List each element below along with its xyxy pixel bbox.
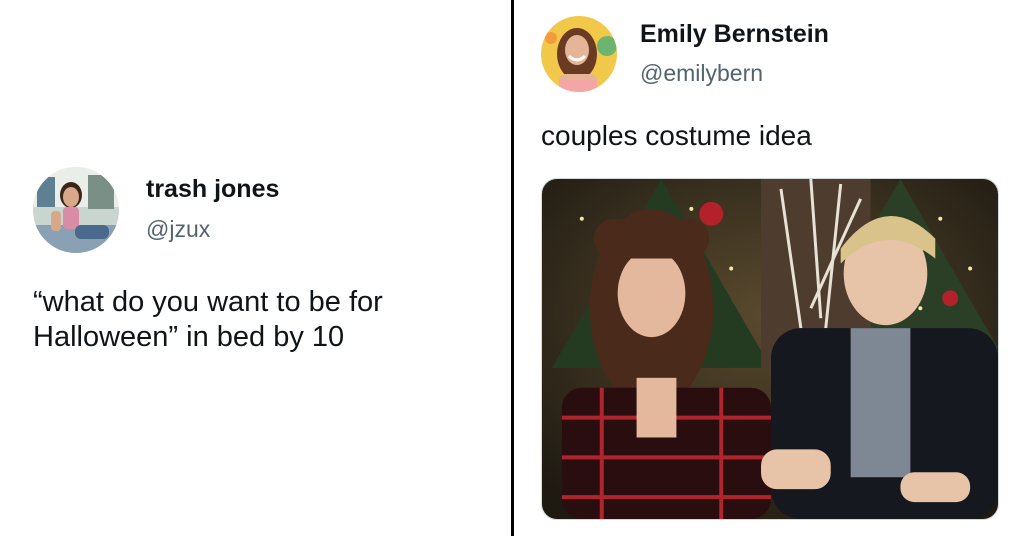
avatar[interactable] <box>541 16 617 92</box>
profile-photo-icon <box>33 167 119 253</box>
tweet-card-left: trash jones @jzux “what do you want to b… <box>0 0 511 536</box>
user-handle[interactable]: @jzux <box>146 216 210 243</box>
avatar[interactable] <box>33 167 119 253</box>
video-still-image <box>542 179 998 519</box>
user-handle[interactable]: @emilybern <box>640 60 763 87</box>
display-name[interactable]: Emily Bernstein <box>640 20 829 49</box>
display-name[interactable]: trash jones <box>146 175 279 204</box>
tweet-text: couples costume idea <box>541 120 812 151</box>
tweet-media[interactable] <box>541 178 999 520</box>
tweet-card-right: Emily Bernstein @emilybern couples costu… <box>514 0 1024 536</box>
tweet-text: “what do you want to be for Halloween” i… <box>33 286 383 354</box>
profile-photo-icon <box>541 16 617 92</box>
